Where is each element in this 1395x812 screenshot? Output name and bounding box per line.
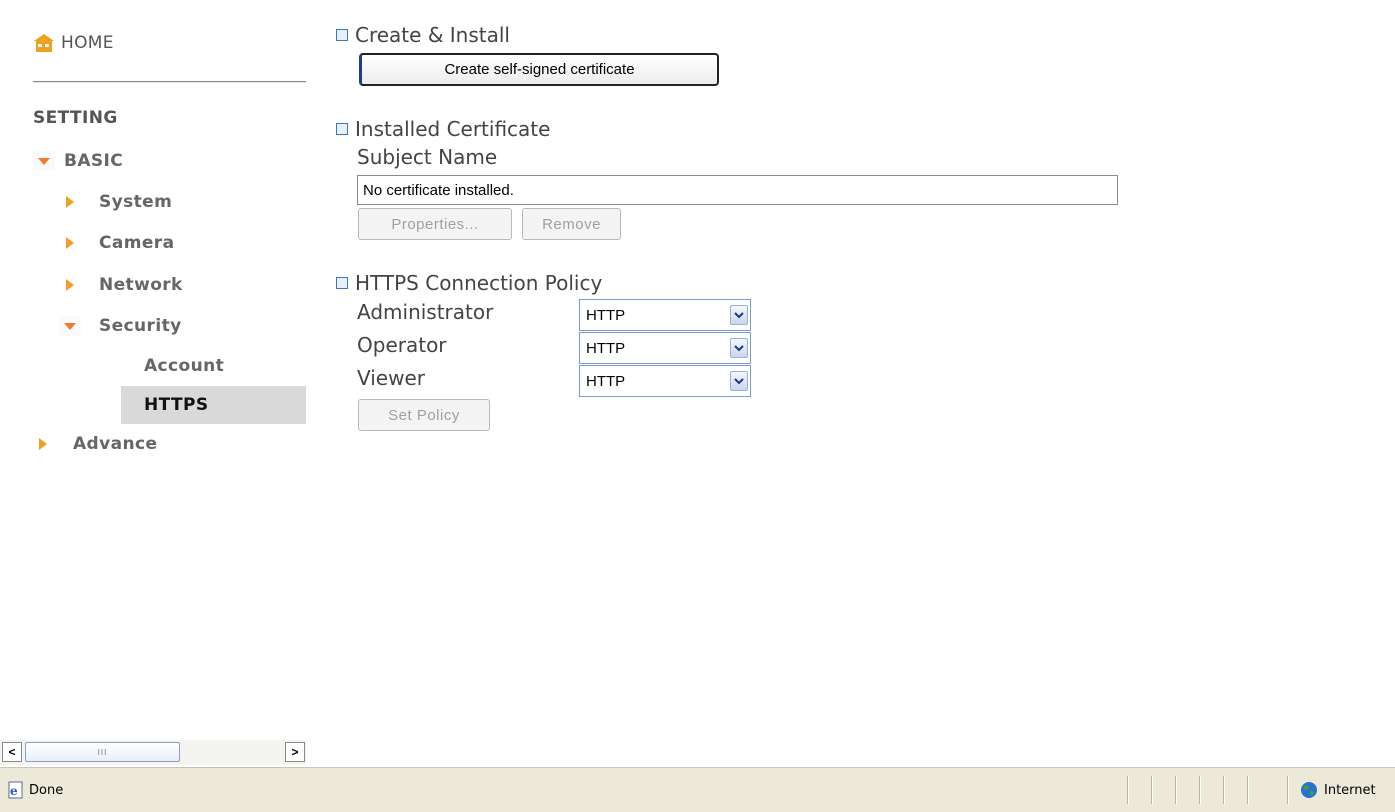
subject-name-field[interactable]: No certificate installed. bbox=[357, 175, 1118, 205]
status-divider bbox=[1287, 776, 1288, 804]
chevron-down-icon[interactable] bbox=[730, 305, 748, 325]
operator-label: Operator bbox=[357, 333, 447, 357]
status-divider bbox=[1199, 776, 1200, 804]
section-marker-icon bbox=[336, 277, 348, 289]
scrollbar-thumb[interactable]: III bbox=[25, 742, 180, 762]
viewer-label: Viewer bbox=[357, 366, 425, 390]
sidebar-item-system[interactable]: System bbox=[66, 189, 172, 215]
administrator-policy-select[interactable]: HTTP bbox=[579, 299, 751, 331]
subject-name-label: Subject Name bbox=[357, 145, 498, 169]
sidebar-horizontal-scrollbar[interactable]: < III > bbox=[0, 740, 306, 765]
security-zone[interactable]: Internet bbox=[1300, 781, 1376, 799]
globe-icon bbox=[1301, 782, 1317, 798]
installed-certificate-heading: Installed Certificate bbox=[336, 117, 550, 141]
section-title: Installed Certificate bbox=[355, 117, 551, 141]
section-marker-icon bbox=[336, 123, 348, 135]
sidebar-item-label: Account bbox=[144, 356, 225, 376]
sidebar-item-basic[interactable]: BASIC bbox=[33, 148, 123, 174]
scrollbar-grip: III bbox=[97, 747, 108, 757]
create-install-heading: Create & Install bbox=[336, 23, 510, 47]
status-divider bbox=[1223, 776, 1224, 804]
sidebar-item-label: Advance bbox=[73, 434, 158, 454]
triangle-down-icon bbox=[33, 151, 55, 171]
sidebar-item-https[interactable]: HTTPS bbox=[121, 386, 306, 424]
sidebar-item-label: BASIC bbox=[64, 151, 124, 171]
administrator-label: Administrator bbox=[357, 300, 494, 324]
browser-page: HOME SETTING BASIC System Camera Network… bbox=[0, 0, 1395, 812]
scroll-right-button[interactable]: > bbox=[285, 742, 305, 762]
sidebar-item-advance[interactable]: Advance bbox=[39, 431, 157, 457]
sidebar-item-label: Security bbox=[99, 316, 182, 336]
sidebar-item-account[interactable]: Account bbox=[121, 347, 306, 385]
status-divider bbox=[1151, 776, 1152, 804]
remove-button[interactable]: Remove bbox=[522, 208, 621, 240]
sidebar-nav: HOME SETTING BASIC System Camera Network… bbox=[0, 0, 306, 740]
viewer-policy-select[interactable]: HTTP bbox=[579, 365, 751, 397]
zone-text: Internet bbox=[1324, 782, 1376, 798]
setting-heading: SETTING bbox=[33, 108, 118, 128]
sidebar-item-label: Network bbox=[99, 275, 183, 295]
selected-value: HTTP bbox=[586, 306, 626, 324]
triangle-down-icon bbox=[59, 316, 81, 336]
properties-button[interactable]: Properties... bbox=[358, 208, 512, 240]
status-divider bbox=[1247, 776, 1248, 804]
sidebar-item-label: HTTPS bbox=[144, 395, 209, 415]
set-policy-button[interactable]: Set Policy bbox=[358, 399, 490, 431]
home-icon bbox=[34, 34, 54, 52]
selected-value: HTTP bbox=[586, 372, 626, 390]
scroll-left-button[interactable]: < bbox=[2, 742, 22, 762]
chevron-down-icon[interactable] bbox=[730, 371, 748, 391]
triangle-right-icon bbox=[39, 438, 47, 450]
https-policy-heading: HTTPS Connection Policy bbox=[336, 271, 602, 295]
status-divider bbox=[1127, 776, 1128, 804]
triangle-right-icon bbox=[66, 196, 74, 208]
section-marker-icon bbox=[336, 29, 348, 41]
selected-value: HTTP bbox=[586, 339, 626, 357]
sidebar-item-security[interactable]: Security bbox=[59, 313, 182, 339]
chevron-down-icon[interactable] bbox=[730, 338, 748, 358]
home-link[interactable]: HOME bbox=[33, 28, 114, 58]
status-area: e Done bbox=[7, 781, 63, 799]
status-text: Done bbox=[29, 782, 64, 798]
ie-page-icon: e bbox=[8, 781, 23, 799]
section-title: HTTPS Connection Policy bbox=[355, 271, 603, 295]
sidebar-item-camera[interactable]: Camera bbox=[66, 230, 174, 256]
status-divider bbox=[1175, 776, 1176, 804]
operator-policy-select[interactable]: HTTP bbox=[579, 332, 751, 364]
sidebar-item-label: Camera bbox=[99, 233, 175, 253]
browser-status-bar: e Done Internet bbox=[0, 767, 1395, 812]
svg-text:e: e bbox=[10, 784, 18, 798]
sidebar-item-label: System bbox=[99, 192, 173, 212]
create-certificate-button[interactable]: Create self-signed certificate bbox=[359, 53, 719, 86]
triangle-right-icon bbox=[66, 279, 74, 291]
home-label: HOME bbox=[61, 33, 114, 53]
home-divider bbox=[33, 81, 306, 83]
triangle-right-icon bbox=[66, 237, 74, 249]
sidebar-item-network[interactable]: Network bbox=[66, 272, 183, 298]
section-title: Create & Install bbox=[355, 23, 510, 47]
